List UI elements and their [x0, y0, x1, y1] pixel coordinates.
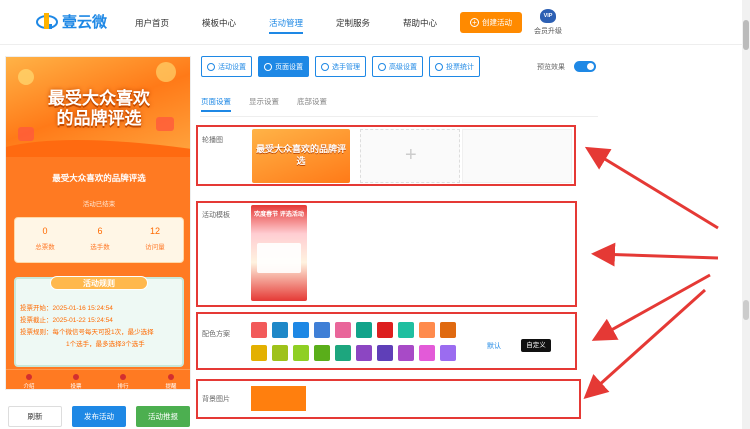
arrow-to-carousel: [584, 146, 719, 230]
annotation-arrows: [583, 146, 719, 400]
arrow-to-color-scheme: [591, 273, 711, 341]
arrow-to-template: [591, 242, 719, 267]
arrow-to-background: [583, 288, 707, 400]
